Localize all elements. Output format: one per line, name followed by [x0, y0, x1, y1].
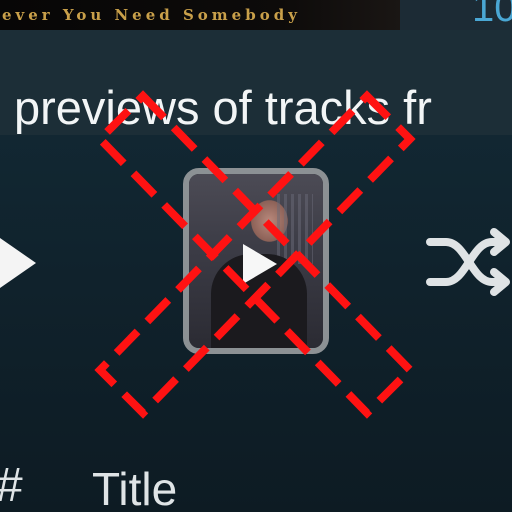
top-album-strip: ever You Need Somebody 10 [0, 0, 512, 30]
top-right-tile: 10 [400, 0, 512, 30]
album-banner-text: ever You Need Somebody [2, 6, 301, 24]
track-number-column-header: # [0, 462, 23, 510]
top-right-number: 10 [472, 0, 512, 30]
thumbnail-lights [277, 194, 313, 264]
album-banner-art: ever You Need Somebody [0, 0, 402, 30]
title-column-header[interactable]: Title [92, 466, 177, 512]
shuffle-icon[interactable] [426, 222, 512, 302]
player-view: ever You Need Somebody 10 previews of tr… [0, 0, 512, 512]
thumbnail-play-icon [243, 244, 277, 284]
play-icon[interactable] [0, 238, 36, 288]
preview-notice-text: previews of tracks fr [14, 81, 432, 134]
track-thumbnail-button[interactable] [183, 168, 329, 354]
preview-notice-banner: previews of tracks fr [0, 30, 512, 135]
